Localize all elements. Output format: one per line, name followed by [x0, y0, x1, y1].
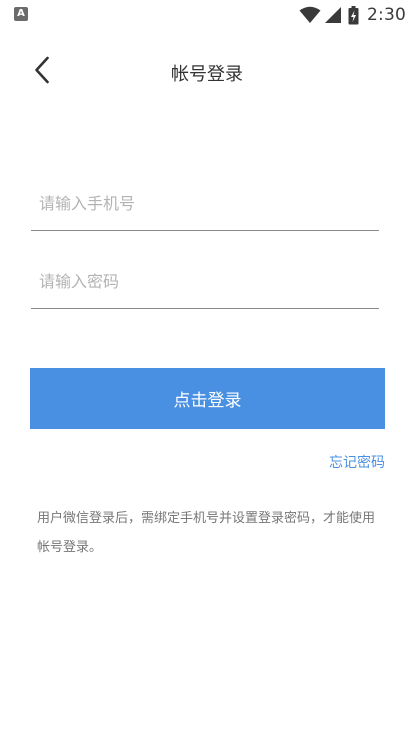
phone-input[interactable] — [39, 188, 369, 218]
status-icons: 2:30 — [299, 4, 406, 26]
cellular-signal-icon — [324, 6, 342, 24]
password-input[interactable] — [39, 266, 369, 296]
login-notice: 用户微信登录后，需绑定手机号并设置登录密码，才能使用帐号登录。 — [37, 511, 376, 555]
login-button[interactable]: 点击登录 — [30, 368, 385, 429]
status-bar: A 2:30 — [0, 0, 414, 30]
wifi-icon — [299, 6, 321, 24]
status-time: 2:30 — [367, 5, 406, 25]
battery-charging-icon — [348, 5, 359, 25]
forgot-password-link[interactable]: 忘记密码 — [329, 452, 385, 472]
app-notification-letter: A — [17, 8, 25, 19]
app-notification-icon: A — [14, 7, 28, 21]
header: 帐号登录 — [0, 46, 414, 98]
page-title: 帐号登录 — [171, 64, 243, 85]
password-field — [31, 256, 379, 309]
phone-field — [31, 178, 379, 231]
